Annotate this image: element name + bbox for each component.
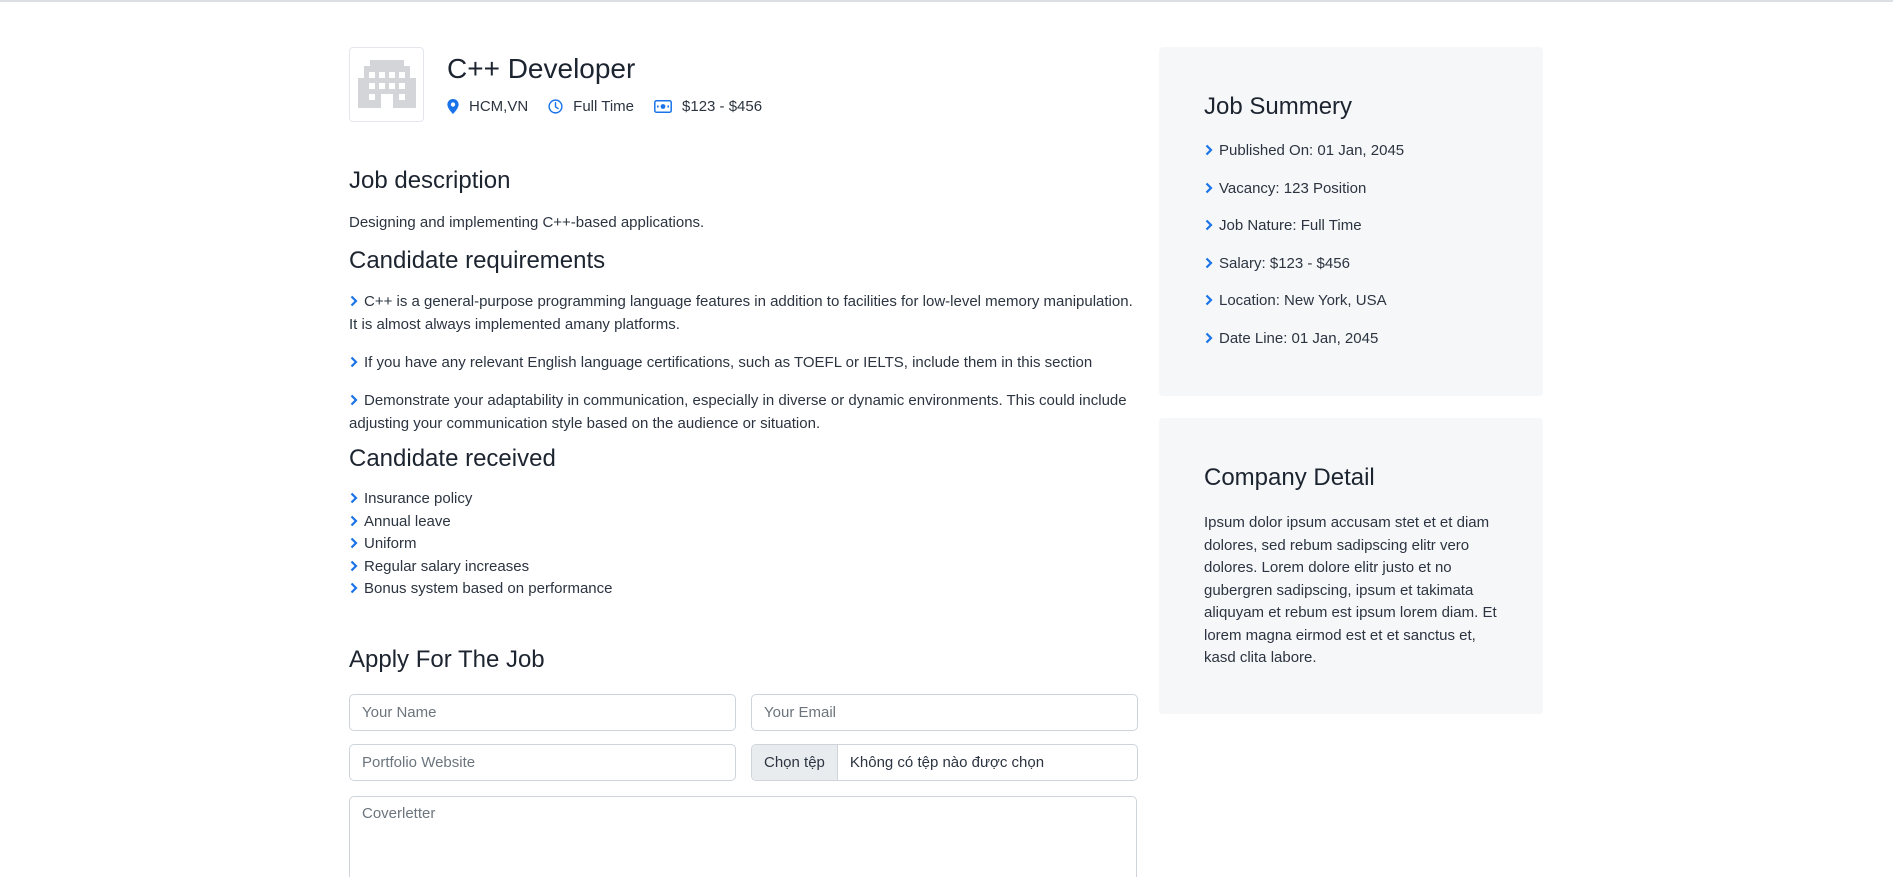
list-item: Location: New York, USA — [1204, 290, 1498, 312]
summary-text: Location: New York, USA — [1219, 292, 1387, 309]
email-input[interactable] — [751, 694, 1138, 731]
chevron-right-icon — [1205, 182, 1213, 193]
list-item: Date Line: 01 Jan, 2045 — [1204, 328, 1498, 350]
file-input[interactable]: Chọn tệp Không có tệp nào được chọn — [751, 744, 1138, 781]
apply-form-row-1 — [349, 694, 1138, 731]
job-summary-heading: Job Summery — [1204, 93, 1353, 120]
list-item: Annual leave — [349, 511, 612, 534]
chevron-right-icon — [350, 582, 358, 594]
choose-file-button[interactable]: Chọn tệp — [752, 745, 838, 780]
company-detail-card: Company Detail Ipsum dolor ipsum accusam… — [1159, 418, 1543, 714]
clock-icon — [548, 99, 563, 114]
list-item: Uniform — [349, 533, 612, 556]
list-item: Published On: 01 Jan, 2045 — [1204, 140, 1498, 162]
chevron-right-icon — [350, 394, 358, 406]
chevron-right-icon — [350, 515, 358, 526]
company-detail-heading: Company Detail — [1204, 464, 1375, 491]
company-logo — [349, 47, 424, 122]
map-marker-icon — [447, 99, 459, 114]
benefit-text: Regular salary increases — [364, 557, 530, 575]
chevron-right-icon — [350, 537, 358, 549]
requirement-text: If you have any relevant English languag… — [364, 354, 1093, 371]
job-header: C++ Developer HCM,VN Full Time $123 - $4… — [349, 47, 1137, 122]
list-item: Salary: $123 - $456 — [1204, 253, 1498, 275]
chevron-right-icon — [1205, 257, 1213, 268]
chevron-right-icon — [350, 560, 358, 571]
benefit-text: Insurance policy — [364, 490, 473, 507]
chevron-right-icon — [1205, 219, 1213, 231]
apply-heading: Apply For The Job — [349, 646, 545, 673]
building-icon — [357, 59, 416, 108]
job-location: HCM,VN — [447, 98, 528, 115]
chevron-right-icon — [350, 295, 358, 307]
candidate-received-heading: Candidate received — [349, 445, 556, 472]
job-location-text: HCM,VN — [469, 98, 529, 115]
job-title: C++ Developer — [447, 53, 636, 84]
summary-text: Job Nature: Full Time — [1219, 217, 1362, 234]
chevron-right-icon — [350, 356, 358, 368]
list-item: Insurance policy — [349, 488, 612, 511]
summary-text: Published On: 01 Jan, 2045 — [1219, 142, 1405, 159]
chevron-right-icon — [1205, 332, 1213, 343]
summary-text: Vacancy: 123 Position — [1219, 179, 1367, 197]
job-type-text: Full Time — [573, 98, 635, 115]
benefit-text: Bonus system based on performance — [364, 580, 613, 597]
list-item: Vacancy: 123 Position — [1204, 178, 1498, 200]
top-divider — [0, 0, 1893, 2]
portfolio-input[interactable] — [349, 744, 736, 781]
chevron-right-icon — [1205, 294, 1213, 306]
benefit-text: Annual leave — [364, 512, 451, 530]
job-description-text: Designing and implementing C++-based app… — [349, 214, 705, 231]
list-item: Demonstrate your adaptability in communi… — [349, 389, 1137, 435]
requirements-list: C++ is a general-purpose programming lan… — [349, 290, 1137, 450]
job-detail-main: C++ Developer HCM,VN Full Time $123 - $4… — [349, 47, 1138, 877]
job-description-heading: Job description — [349, 167, 511, 194]
list-item: C++ is a general-purpose programming lan… — [349, 290, 1137, 336]
company-detail-text: Ipsum dolor ipsum accusam stet et et dia… — [1204, 514, 1497, 666]
summary-text: Salary: $123 - $456 — [1219, 254, 1350, 272]
job-salary-text: $123 - $456 — [682, 98, 763, 115]
job-summary-list: Published On: 01 Jan, 2045 Vacancy: 123 … — [1204, 140, 1498, 350]
job-salary: $123 - $456 — [654, 98, 762, 115]
benefits-list: Insurance policy Annual leave Uniform Re… — [349, 488, 612, 601]
chevron-right-icon — [350, 492, 358, 504]
benefit-text: Uniform — [364, 535, 417, 552]
file-status-text: Không có tệp nào được chọn — [849, 754, 1045, 771]
job-type: Full Time — [548, 98, 634, 115]
name-input[interactable] — [349, 694, 736, 731]
job-meta: HCM,VN Full Time $123 - $456 — [447, 98, 782, 115]
list-item: If you have any relevant English languag… — [349, 351, 1137, 374]
chevron-right-icon — [1205, 144, 1213, 156]
requirement-text: C++ is a general-purpose programming lan… — [349, 293, 1133, 333]
money-bill-icon — [654, 100, 672, 113]
requirement-text: Demonstrate your adaptability in communi… — [349, 392, 1127, 432]
list-item: Job Nature: Full Time — [1204, 215, 1498, 237]
requirements-heading: Candidate requirements — [349, 247, 606, 274]
list-item: Regular salary increases — [349, 556, 612, 579]
apply-form-row-2: Chọn tệp Không có tệp nào được chọn — [349, 744, 1138, 781]
summary-text: Date Line: 01 Jan, 2045 — [1219, 329, 1379, 347]
list-item: Bonus system based on performance — [349, 578, 612, 601]
coverletter-textarea[interactable] — [349, 796, 1137, 877]
job-summary-card: Job Summery Published On: 01 Jan, 2045 V… — [1159, 47, 1543, 396]
